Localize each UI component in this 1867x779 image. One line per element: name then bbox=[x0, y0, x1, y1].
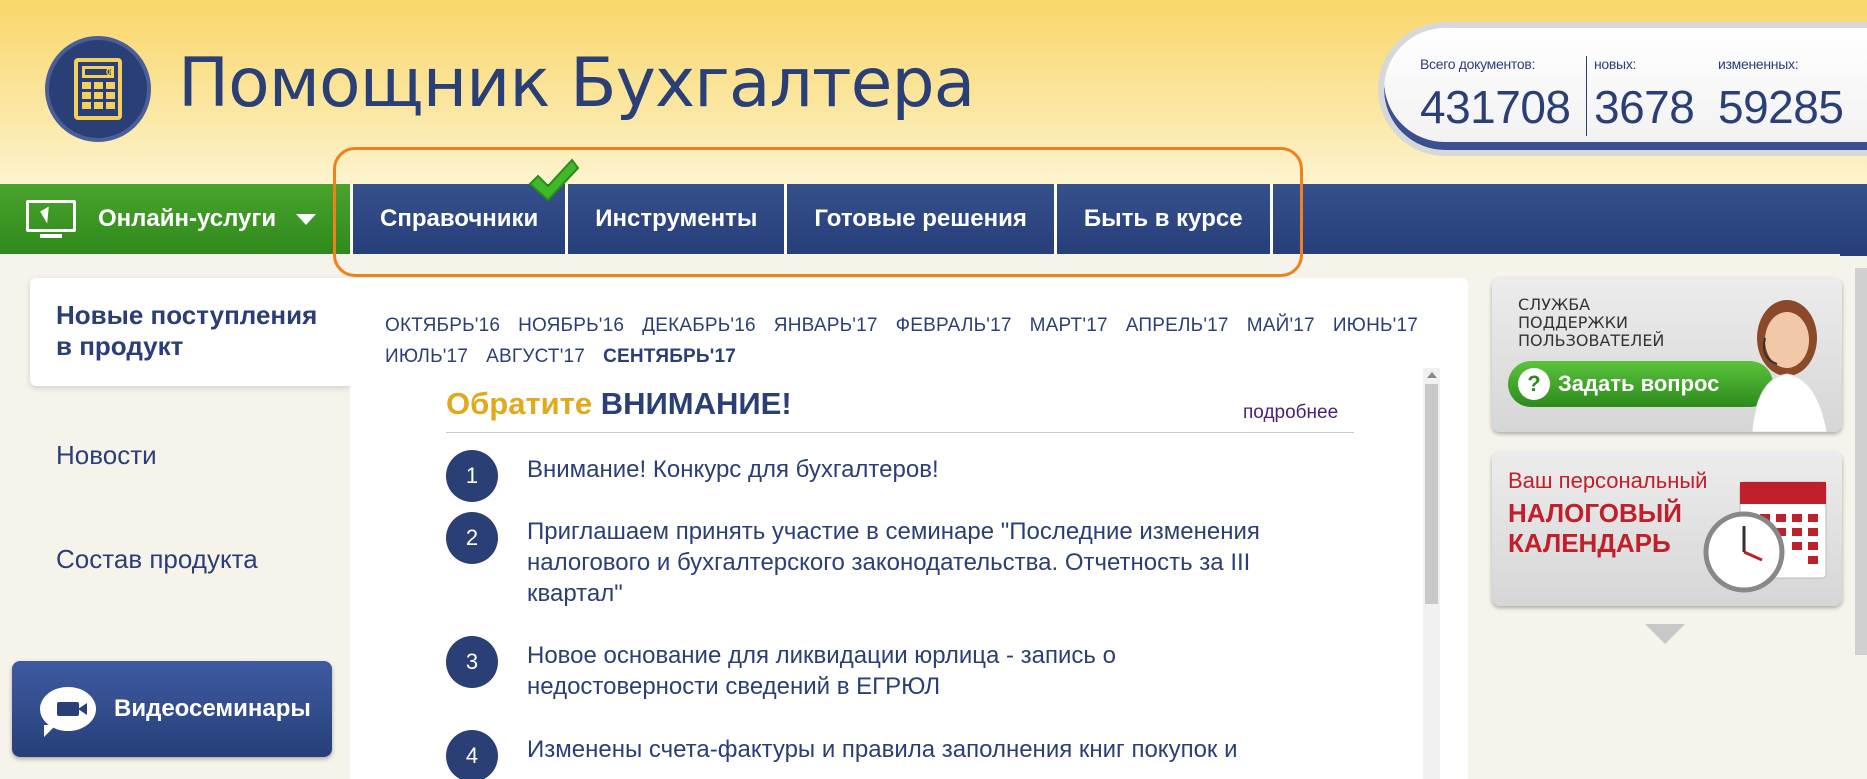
sidebar-item-news[interactable]: Новости bbox=[56, 440, 157, 471]
month-link[interactable]: МАЙ'17 bbox=[1247, 310, 1315, 341]
scroll-up-icon[interactable] bbox=[1427, 372, 1437, 378]
nav-tabs: Справочники Инструменты Готовые решения … bbox=[350, 184, 1273, 254]
question-icon: ? bbox=[1518, 368, 1550, 400]
list-item[interactable]: 2 Приглашаем принять участие в семинаре … bbox=[446, 512, 1307, 609]
video-camera-icon bbox=[40, 687, 96, 737]
support-banner[interactable]: СЛУЖБА ПОДДЕРЖКИ ПОЛЬЗОВАТЕЛЕЙ ? Задать … bbox=[1492, 278, 1842, 432]
video-seminars-button[interactable]: Видеосеминары bbox=[12, 661, 332, 757]
calculator-icon: 0 bbox=[74, 58, 122, 120]
tab-solutions[interactable]: Готовые решения bbox=[784, 184, 1054, 254]
month-link[interactable]: МАРТ'17 bbox=[1030, 310, 1108, 341]
attention-section: Обратите ВНИМАНИЕ! подробнее 1 Внимание!… bbox=[350, 368, 1426, 779]
site-title: Помощник Бухгалтера bbox=[178, 44, 975, 123]
online-services-label: Онлайн-услуги bbox=[98, 205, 277, 232]
item-text: Новое основание для ликвидации юрлица - … bbox=[527, 642, 1116, 700]
content-scrollbar[interactable] bbox=[1423, 368, 1440, 779]
item-number: 1 bbox=[446, 450, 498, 502]
month-link[interactable]: НОЯБРЬ'16 bbox=[518, 310, 624, 341]
list-item[interactable]: 3 Новое основание для ликвидации юрлица … bbox=[446, 636, 1307, 702]
logo[interactable]: 0 bbox=[45, 36, 151, 142]
list-item[interactable]: 1 Внимание! Конкурс для бухгалтеров! bbox=[446, 450, 1307, 502]
tab-tools[interactable]: Инструменты bbox=[565, 184, 785, 254]
tax-calendar-banner[interactable]: Ваш персональный НАЛОГОВЫЙ КАЛЕНДАРЬ bbox=[1492, 452, 1842, 606]
month-link[interactable]: ИЮНЬ'17 bbox=[1333, 310, 1418, 341]
monitor-icon bbox=[26, 200, 76, 238]
item-number: 2 bbox=[446, 512, 498, 564]
sidebar-item-new-arrivals[interactable]: Новые поступления в продукт bbox=[30, 278, 350, 386]
month-link[interactable]: ЯНВАРЬ'17 bbox=[774, 310, 878, 341]
counter-new: новых: 3678 bbox=[1594, 56, 1695, 133]
attention-heading: Обратите ВНИМАНИЕ! bbox=[446, 386, 792, 421]
month-link[interactable]: ОКТЯБРЬ'16 bbox=[385, 310, 500, 341]
banners-scroll-down-icon[interactable] bbox=[1645, 624, 1685, 644]
item-number: 4 bbox=[446, 730, 498, 779]
header: 0 Помощник Бухгалтера Всего документов: … bbox=[0, 0, 1867, 184]
month-link[interactable]: ФЕВРАЛЬ'17 bbox=[896, 310, 1012, 341]
support-agent-image bbox=[1751, 300, 1828, 432]
scrollbar-thumb[interactable] bbox=[1425, 384, 1438, 604]
support-title: СЛУЖБА ПОДДЕРЖКИ ПОЛЬЗОВАТЕЛЕЙ bbox=[1518, 295, 1665, 350]
more-link[interactable]: подробнее bbox=[1243, 402, 1338, 424]
counter-total: Всего документов: 431708 bbox=[1420, 56, 1571, 133]
counter-changed: измененных: 59285 bbox=[1718, 56, 1844, 133]
sidebar-item-composition[interactable]: Состав продукта bbox=[56, 544, 258, 575]
calculator-display: 0 bbox=[82, 66, 114, 78]
item-number: 3 bbox=[446, 636, 498, 688]
online-services-menu[interactable]: Онлайн-услуги bbox=[0, 184, 350, 254]
month-link[interactable]: ДЕКАБРЬ'16 bbox=[642, 310, 756, 341]
item-text: Внимание! Конкурс для бухгалтеров! bbox=[527, 456, 939, 483]
page-scrollbar[interactable] bbox=[1855, 268, 1867, 655]
document-counters: Всего документов: 431708 новых: 3678 изм… bbox=[1378, 22, 1867, 156]
chevron-down-icon bbox=[296, 213, 317, 225]
item-text: Изменены счета-фактуры и правила заполне… bbox=[527, 736, 1238, 763]
item-text: Приглашаем принять участие в семинаре "П… bbox=[527, 518, 1260, 607]
tab-stay-informed[interactable]: Быть в курсе bbox=[1053, 184, 1273, 254]
list-item[interactable]: 4 Изменены счета-фактуры и правила запол… bbox=[446, 730, 1307, 779]
calendar-clock-icon bbox=[1703, 481, 1827, 593]
checkmark-icon bbox=[528, 158, 580, 202]
month-list: ОКТЯБРЬ'16 НОЯБРЬ'16 ДЕКАБРЬ'16 ЯНВАРЬ'1… bbox=[385, 310, 1445, 372]
month-link[interactable]: АПРЕЛЬ'17 bbox=[1126, 310, 1229, 341]
